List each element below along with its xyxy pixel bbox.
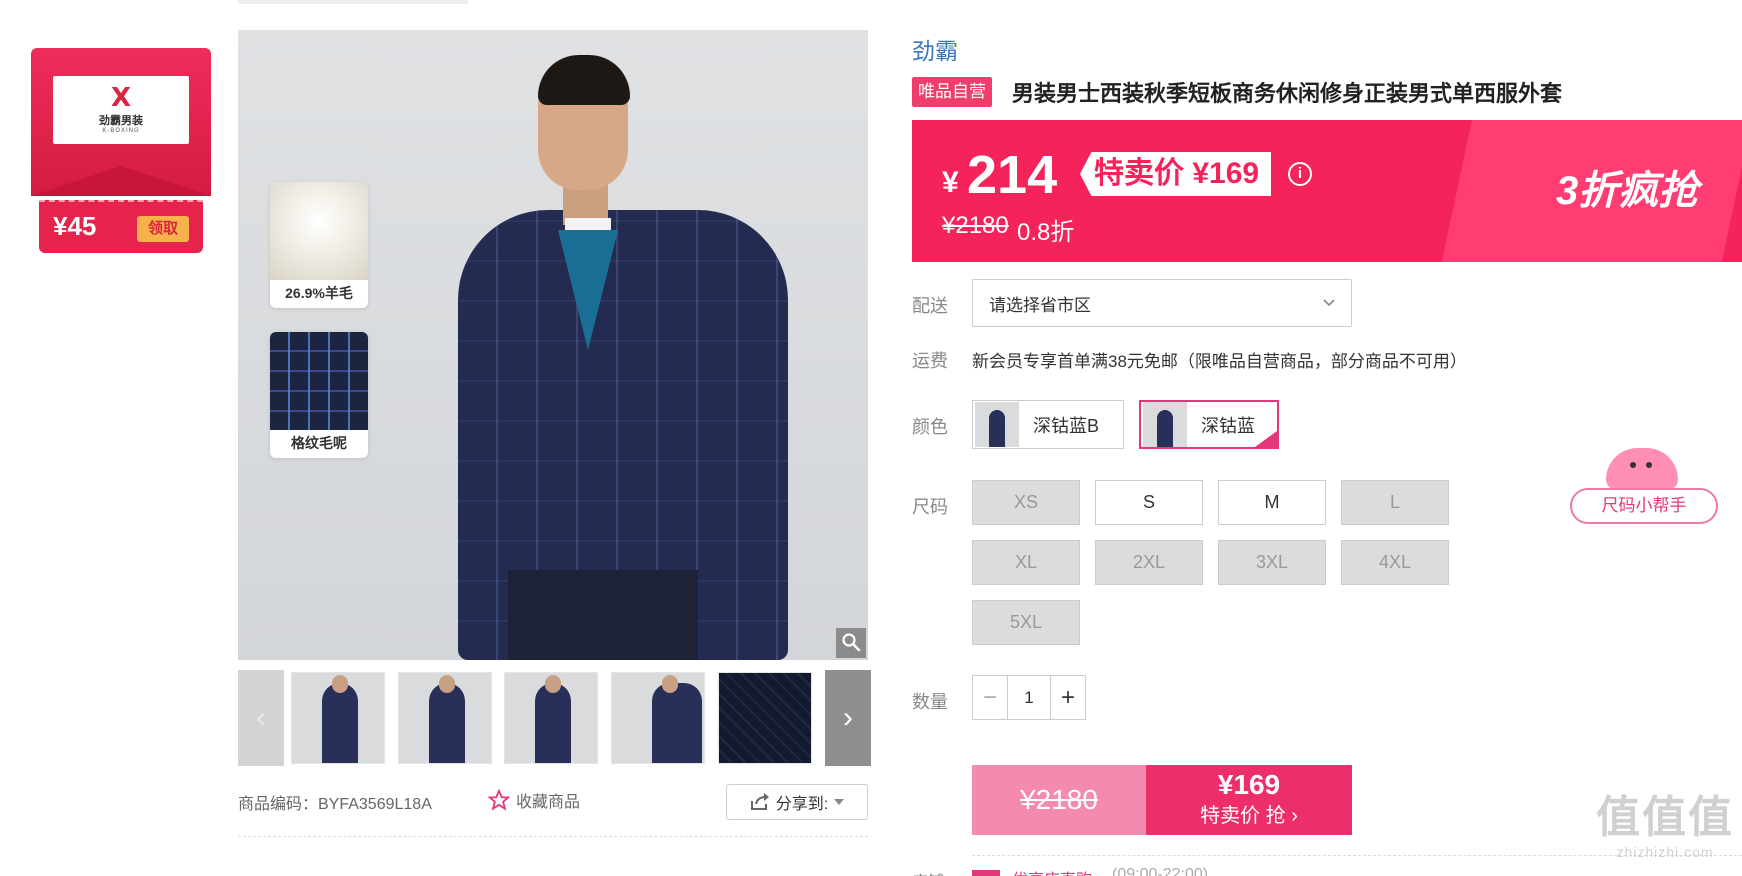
quantity-stepper: − 1 + xyxy=(972,675,1086,720)
thumb-figure xyxy=(322,675,358,763)
watermark-cn: 值值值 xyxy=(1596,793,1734,842)
feature-label: 26.9%羊毛 xyxy=(285,285,353,301)
buy-action-label: 特卖价 抢 › xyxy=(1200,805,1298,827)
buy-price: ¥169 xyxy=(1217,769,1281,800)
quantity-label: 数量 xyxy=(912,692,948,712)
buy-action: ¥169 特卖价 抢 › xyxy=(1146,765,1352,835)
promo-text: 3折疯抢 xyxy=(1556,169,1699,213)
coupon-footer: ¥45 领取 xyxy=(39,200,203,253)
favorite-label: 收藏商品 xyxy=(516,794,581,811)
thumb-prev-button[interactable]: ‹ xyxy=(238,670,284,766)
store-badge xyxy=(972,870,1000,876)
favorite-button[interactable]: 收藏商品 xyxy=(488,786,580,814)
size-option-4xl[interactable]: 4XL xyxy=(1341,540,1449,585)
address-placeholder: 请选择省市区 xyxy=(989,295,1091,315)
wool-swatch xyxy=(270,182,368,280)
size-option-xl[interactable]: XL xyxy=(972,540,1080,585)
mascot-icon xyxy=(1606,448,1678,490)
special-price-tag: 特卖价 ¥169 xyxy=(1080,152,1272,196)
thumbnail-strip: ‹ › xyxy=(238,670,871,766)
delivery-label: 配送 xyxy=(912,296,948,316)
main-product-image[interactable]: 26.9%羊毛 格纹毛呢 xyxy=(238,30,868,660)
brand-coupon: X 劲霸男装 K-BOXING ¥45 领取 xyxy=(31,48,211,253)
thumb-figure xyxy=(535,675,571,763)
shipping-text: 新会员专享首单满38元免邮（限唯品自营商品，部分商品不可用） xyxy=(972,352,1467,371)
zoom-button[interactable] xyxy=(836,628,866,658)
feature-tag-plaid: 格纹毛呢 xyxy=(270,332,368,458)
plaid-swatch xyxy=(270,332,368,430)
original-price: ¥2180 xyxy=(942,212,1009,239)
store-link[interactable]: 优享店直购 xyxy=(1012,866,1092,876)
top-strip xyxy=(238,0,468,4)
store-label: 店铺 xyxy=(912,868,944,876)
magnifier-icon xyxy=(842,632,861,651)
chevron-down-icon xyxy=(1323,299,1335,307)
check-icon xyxy=(1255,431,1277,447)
color-option-label: 深钴蓝 xyxy=(1201,415,1255,436)
brand-logo-mark: X xyxy=(110,83,132,113)
size-option-2xl[interactable]: 2XL xyxy=(1095,540,1203,585)
model-pants xyxy=(508,570,698,660)
current-price: 214 xyxy=(967,145,1058,205)
product-code: 商品编码：BYFA3569L18A xyxy=(238,796,432,813)
thumbnail[interactable] xyxy=(718,672,812,764)
size-helper[interactable]: 尺码小帮手 xyxy=(1570,448,1718,526)
model-hair xyxy=(538,55,630,105)
claim-coupon-button[interactable]: 领取 xyxy=(137,216,189,242)
share-button[interactable]: 分享到: xyxy=(726,784,868,820)
brand-logo: X 劲霸男装 K-BOXING xyxy=(53,76,189,144)
color-thumbnail xyxy=(1143,402,1187,447)
thumb-figure xyxy=(652,675,702,763)
site-watermark: 值值值 zhizhizhi.com xyxy=(1590,792,1740,860)
thumb-figure xyxy=(429,675,465,763)
currency-symbol: ¥ xyxy=(942,166,959,199)
thumb-next-button[interactable]: › xyxy=(825,670,871,766)
address-select[interactable]: 请选择省市区 xyxy=(972,279,1352,327)
coupon-amount: ¥45 xyxy=(53,211,97,241)
size-option-3xl[interactable]: 3XL xyxy=(1218,540,1326,585)
size-helper-label: 尺码小帮手 xyxy=(1570,488,1718,524)
price-banner: ¥ 214 特卖价 ¥169 i ¥2180 0.8折 3折疯抢 xyxy=(912,120,1742,262)
watermark-en: zhizhizhi.com xyxy=(1616,844,1714,860)
buy-button[interactable]: ¥2180 ¥169 特卖价 抢 › xyxy=(972,765,1352,835)
brand-logo-en: K-BOXING xyxy=(102,128,140,134)
store-hours: (09:00-22:00) xyxy=(1112,866,1209,876)
discount-rate: 0.8折 xyxy=(1017,219,1075,246)
brand-logo-cn: 劲霸男装 xyxy=(99,115,143,127)
share-icon xyxy=(750,793,769,810)
color-option-label: 深钴蓝B xyxy=(1033,415,1100,436)
product-meta-row: 商品编码：BYFA3569L18A 收藏商品 分享到: xyxy=(238,784,868,820)
size-option-5xl[interactable]: 5XL xyxy=(972,600,1080,645)
thumbnail[interactable] xyxy=(611,672,705,764)
thumbnail[interactable] xyxy=(504,672,598,764)
shipping-label: 运费 xyxy=(912,351,948,371)
color-option[interactable]: 深钴蓝B xyxy=(972,400,1124,449)
info-icon[interactable]: i xyxy=(1288,162,1312,186)
feature-tag-wool: 26.9%羊毛 xyxy=(270,182,368,308)
quantity-decrease-button[interactable]: − xyxy=(973,676,1007,719)
left-divider xyxy=(238,836,868,837)
quantity-value[interactable]: 1 xyxy=(1007,676,1051,719)
star-icon xyxy=(488,789,510,811)
brand-link[interactable]: 劲霸 xyxy=(912,32,958,66)
size-option-l[interactable]: L xyxy=(1341,480,1449,525)
self-operated-badge: 唯品自营 xyxy=(912,77,992,107)
product-title: 男装男士西装秋季短板商务休闲修身正装男式单西服外套 xyxy=(1012,81,1563,106)
color-thumbnail xyxy=(975,402,1019,447)
color-option-selected[interactable]: 深钴蓝 xyxy=(1139,400,1279,449)
quantity-increase-button[interactable]: + xyxy=(1051,676,1085,719)
thumbnail[interactable] xyxy=(291,672,385,764)
size-label: 尺码 xyxy=(912,497,948,517)
thumbnail[interactable] xyxy=(398,672,492,764)
caret-down-icon xyxy=(834,799,845,805)
buy-original-price: ¥2180 xyxy=(972,765,1146,835)
feature-label: 格纹毛呢 xyxy=(291,435,347,451)
share-label: 分享到: xyxy=(775,796,829,813)
size-option-s[interactable]: S xyxy=(1095,480,1203,525)
size-option-xs[interactable]: XS xyxy=(972,480,1080,525)
color-label: 颜色 xyxy=(912,417,948,437)
size-option-m[interactable]: M xyxy=(1218,480,1326,525)
